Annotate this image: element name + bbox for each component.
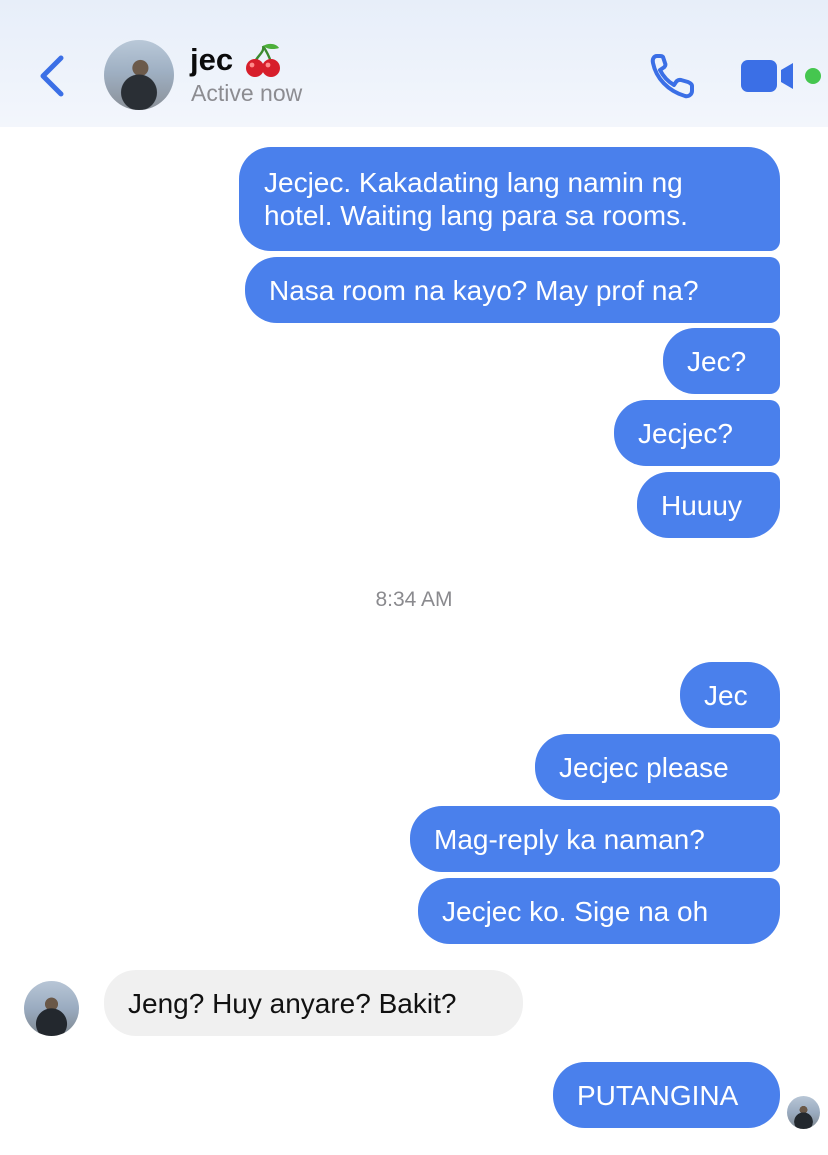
incoming-message[interactable]: Jeng? Huy anyare? Bakit?: [104, 970, 523, 1036]
phone-call-icon[interactable]: [648, 52, 698, 100]
outgoing-message[interactable]: Jec?: [663, 328, 780, 394]
contact-name-row[interactable]: jec: [190, 40, 283, 80]
contact-avatar-small[interactable]: [24, 981, 79, 1036]
message-text-line: Jecjec. Kakadating lang namin ng: [264, 167, 683, 198]
outgoing-message[interactable]: Jecjec ko. Sige na oh: [418, 878, 780, 944]
message-text-line: hotel. Waiting lang para sa rooms.: [264, 200, 688, 231]
outgoing-message[interactable]: Jecjec?: [614, 400, 780, 466]
outgoing-message[interactable]: Jecjec please: [535, 734, 780, 800]
outgoing-message[interactable]: Huuuy: [637, 472, 780, 538]
message-timestamp: 8:34 AM: [375, 588, 453, 611]
cherry-emoji-icon: [246, 43, 281, 77]
seen-receipt-avatar: [787, 1096, 820, 1129]
outgoing-message[interactable]: Nasa room na kayo? May prof na?: [245, 257, 780, 323]
active-status: Active now: [191, 80, 303, 106]
contact-name: jec: [190, 42, 234, 77]
video-call-icon[interactable]: [741, 56, 823, 96]
outgoing-message[interactable]: Jec: [680, 662, 780, 728]
outgoing-message[interactable]: Jecjec. Kakadating lang namin ng hotel. …: [239, 147, 780, 251]
back-chevron-icon[interactable]: [34, 52, 74, 100]
contact-avatar[interactable]: [104, 40, 174, 110]
online-dot-icon: [805, 68, 821, 84]
outgoing-message[interactable]: Mag-reply ka naman?: [410, 806, 780, 872]
outgoing-message[interactable]: PUTANGINA: [553, 1062, 780, 1128]
chat-header: jec Active now: [0, 0, 828, 127]
